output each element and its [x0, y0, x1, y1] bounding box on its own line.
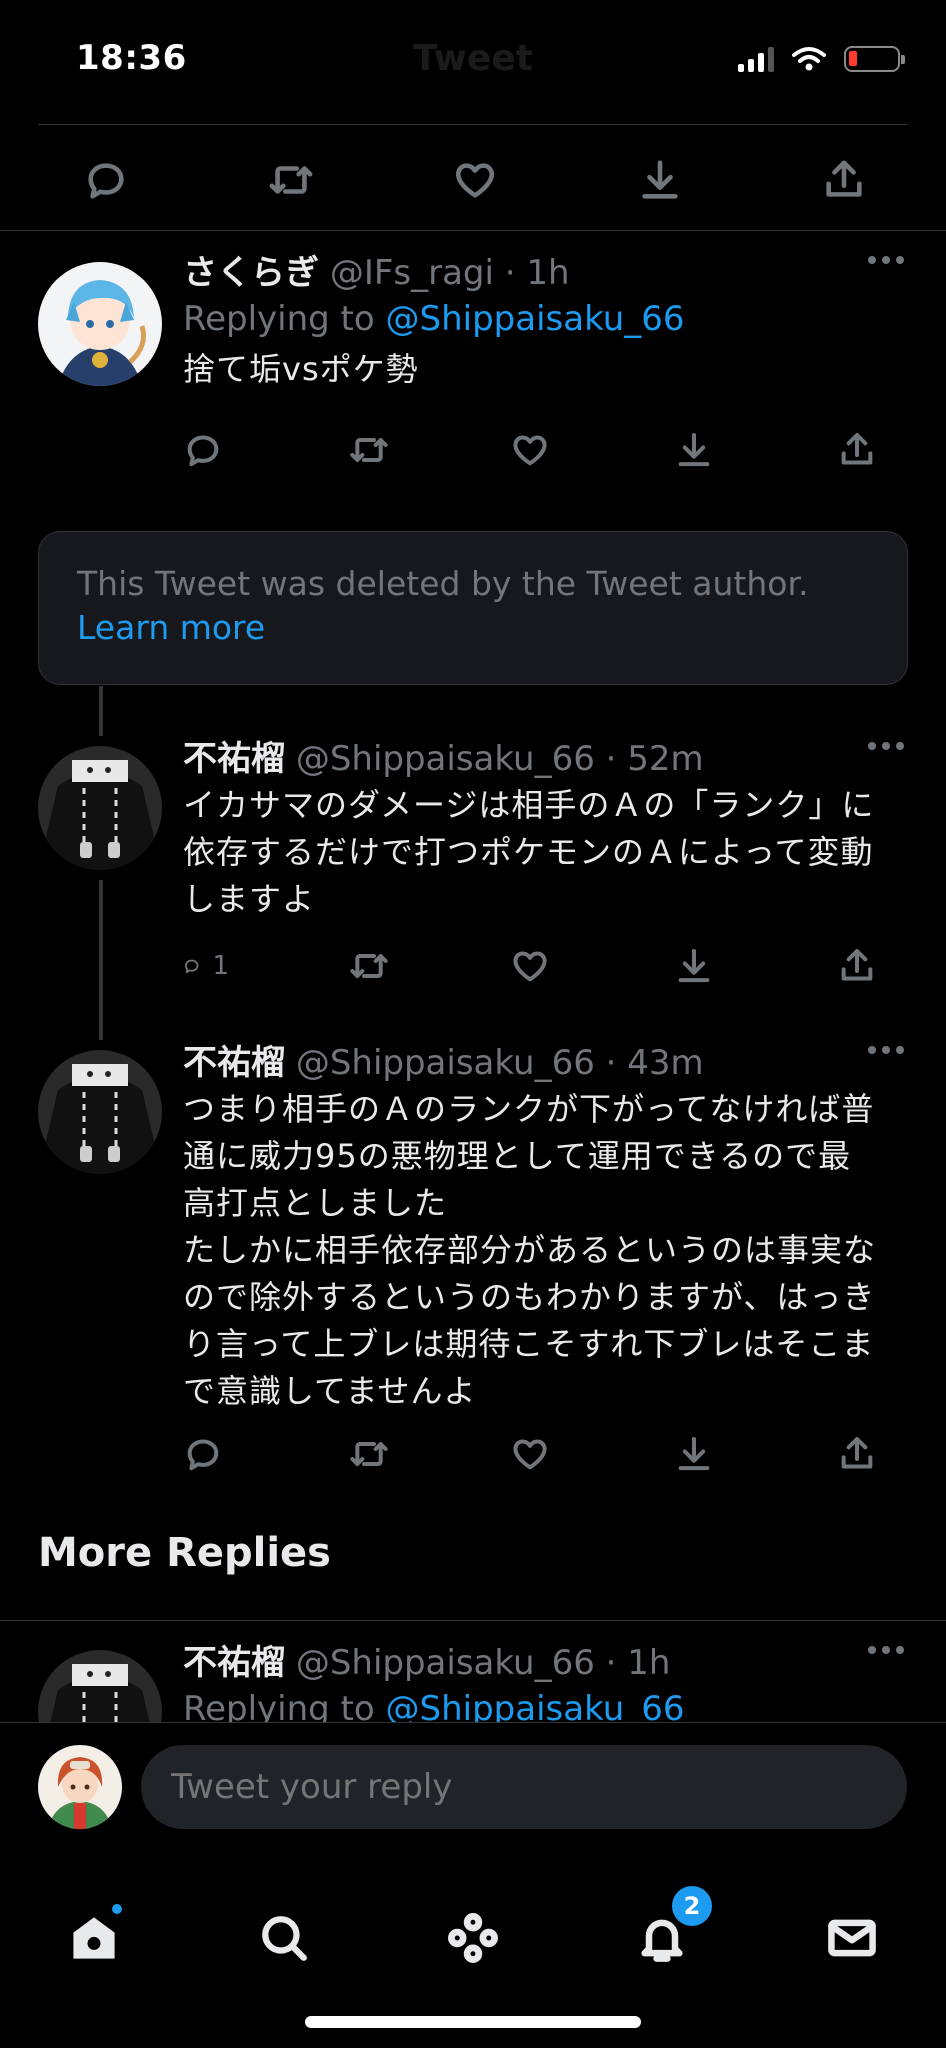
handle: @Shippaisaku_66 · 1h: [295, 1643, 671, 1683]
deleted-notice-text: This Tweet was deleted by the Tweet auth…: [77, 564, 809, 603]
like-icon[interactable]: [510, 946, 556, 986]
wifi-icon: [792, 47, 826, 71]
notifications-badge: 2: [672, 1886, 712, 1926]
share-icon[interactable]: [818, 154, 870, 206]
bookmark-icon[interactable]: [674, 1434, 720, 1474]
share-icon[interactable]: [837, 946, 883, 986]
status-icons: [738, 44, 905, 74]
tweet-text: つまり相手のＡのランクが下がってなければ普 通に威力95の悪物理として運用できる…: [183, 1090, 877, 1410]
status-bar: Tweet 18:36: [0, 0, 946, 120]
handle: @IFs_ragi · 1h: [329, 253, 570, 293]
reply-composer: [0, 1722, 946, 1856]
more-replies-heading: More Replies: [38, 1530, 331, 1576]
tab-search[interactable]: [254, 1908, 314, 1968]
thread-line: [99, 686, 103, 736]
tweet-text: 捨て垢vsポケ勢: [183, 350, 419, 388]
divider: [38, 124, 908, 125]
display-name[interactable]: 不祐榴: [183, 1043, 285, 1083]
status-time: 18:36: [76, 38, 187, 78]
retweet-icon[interactable]: [347, 430, 393, 470]
bookmark-icon[interactable]: [674, 946, 720, 986]
bookmark-icon[interactable]: [674, 430, 720, 470]
divider: [0, 1620, 946, 1621]
avatar[interactable]: [38, 1050, 162, 1174]
more-options-icon[interactable]: [868, 1646, 904, 1654]
battery-icon: [844, 46, 905, 72]
share-icon[interactable]: [837, 1434, 883, 1474]
reply-input[interactable]: [141, 1745, 907, 1829]
tab-messages[interactable]: [822, 1908, 882, 1968]
bookmark-icon[interactable]: [634, 154, 686, 206]
reply-icon[interactable]: [183, 1434, 229, 1474]
replying-to: Replying to @Shippaisaku_66: [183, 296, 904, 342]
like-icon[interactable]: [449, 154, 501, 206]
reply-count: 1: [212, 951, 229, 981]
my-avatar[interactable]: [38, 1745, 122, 1829]
tweet-actions: [183, 426, 883, 474]
home-unread-dot: [110, 1902, 124, 1916]
home-icon: [73, 1917, 115, 1959]
tab-home[interactable]: [64, 1902, 124, 1968]
mention-link[interactable]: @Shippaisaku_66: [386, 299, 685, 339]
replying-prefix: Replying to: [183, 299, 386, 339]
display-name[interactable]: さくらぎ: [183, 253, 319, 293]
avatar[interactable]: [38, 746, 162, 870]
retweet-icon[interactable]: [347, 1434, 393, 1474]
share-icon[interactable]: [837, 430, 883, 470]
avatar[interactable]: [38, 262, 162, 386]
deleted-tweet-notice: This Tweet was deleted by the Tweet auth…: [38, 531, 908, 685]
tab-notifications[interactable]: 2: [632, 1886, 712, 1968]
handle: @Shippaisaku_66 · 43m: [295, 1043, 704, 1083]
tweet-meta: 不祐榴 @Shippaisaku_66 · 1h: [183, 1640, 904, 1686]
home-indicator[interactable]: [305, 2016, 641, 2028]
retweet-icon[interactable]: [347, 946, 393, 986]
more-options-icon[interactable]: [868, 742, 904, 750]
learn-more-link[interactable]: Learn more: [77, 606, 869, 650]
reply-icon[interactable]: [183, 430, 229, 470]
tab-spaces[interactable]: [443, 1908, 503, 1968]
like-icon[interactable]: [510, 1434, 556, 1474]
messages-icon: [828, 1919, 876, 1957]
spaces-icon: [448, 1913, 498, 1963]
thread-line: [99, 880, 103, 1040]
more-options-icon[interactable]: [868, 1046, 904, 1054]
more-options-icon[interactable]: [868, 256, 904, 264]
divider: [0, 230, 946, 231]
reply-icon[interactable]: [80, 154, 132, 206]
tweet-meta: さくらぎ @IFs_ragi · 1h: [183, 250, 904, 296]
tweet-meta: 不祐榴 @Shippaisaku_66 · 43m: [183, 1040, 904, 1086]
like-icon[interactable]: [510, 430, 556, 470]
signal-icon: [738, 46, 774, 72]
retweet-icon[interactable]: [265, 154, 317, 206]
tweet-actions: 1: [183, 942, 883, 990]
search-icon: [262, 1916, 307, 1961]
tweet-meta: 不祐榴 @Shippaisaku_66 · 52m: [183, 736, 904, 782]
main-tweet-actions: [80, 140, 870, 220]
display-name[interactable]: 不祐榴: [183, 1643, 285, 1683]
tweet-text: イカサマのダメージは相手のＡの「ランク」に 依存するだけで打つポケモンのＡによっ…: [183, 786, 875, 918]
reply-icon[interactable]: 1: [183, 946, 229, 986]
handle: @Shippaisaku_66 · 52m: [295, 739, 704, 779]
tweet-actions: [183, 1430, 883, 1478]
display-name[interactable]: 不祐榴: [183, 739, 285, 779]
